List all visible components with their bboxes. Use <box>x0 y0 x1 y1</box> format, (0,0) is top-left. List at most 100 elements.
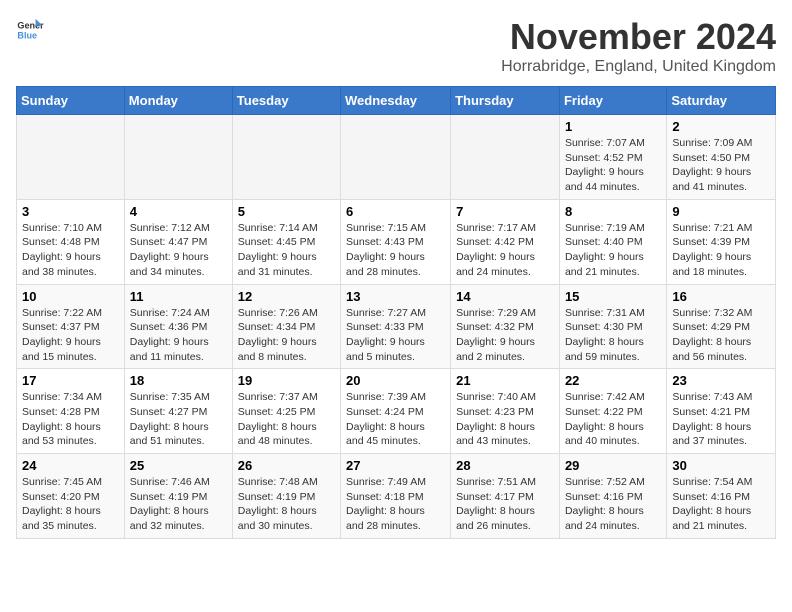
day-info: Sunrise: 7:15 AMSunset: 4:43 PMDaylight:… <box>346 221 445 280</box>
calendar-cell: 28 Sunrise: 7:51 AMSunset: 4:17 PMDayligh… <box>451 454 560 539</box>
day-number: 14 <box>456 289 554 304</box>
day-info: Sunrise: 7:26 AMSunset: 4:34 PMDaylight:… <box>238 306 335 365</box>
calendar-cell: 17Sunrise: 7:34 AMSunset: 4:28 PMDayligh… <box>17 369 125 454</box>
location-subtitle: Horrabridge, England, United Kingdom <box>501 58 776 76</box>
calendar-cell: 20 Sunrise: 7:39 AMSunset: 4:24 PMDayligh… <box>341 369 451 454</box>
day-number: 30 <box>672 458 770 473</box>
day-info: Sunrise: 7:27 AMSunset: 4:33 PMDaylight:… <box>346 306 445 365</box>
month-title: November 2024 <box>501 16 776 58</box>
calendar-cell: 13 Sunrise: 7:27 AMSunset: 4:33 PMDayligh… <box>341 284 451 369</box>
calendar-week-5: 24 Sunrise: 7:45 AMSunset: 4:20 PMDayligh… <box>17 454 776 539</box>
calendar-cell <box>341 115 451 200</box>
day-number: 9 <box>672 204 770 219</box>
day-info: Sunrise: 7:31 AMSunset: 4:30 PMDaylight:… <box>565 306 661 365</box>
calendar-cell: 7Sunrise: 7:17 AMSunset: 4:42 PMDaylight… <box>451 199 560 284</box>
day-info: Sunrise: 7:40 AMSunset: 4:23 PMDaylight:… <box>456 390 554 449</box>
calendar-week-3: 10 Sunrise: 7:22 AMSunset: 4:37 PMDayligh… <box>17 284 776 369</box>
logo: General Blue <box>16 16 44 44</box>
day-number: 25 <box>130 458 227 473</box>
day-number: 16 <box>672 289 770 304</box>
day-number: 10 <box>22 289 119 304</box>
day-number: 2 <box>672 119 770 134</box>
day-info: Sunrise: 7:35 AMSunset: 4:27 PMDaylight:… <box>130 390 227 449</box>
calendar-week-1: 1Sunrise: 7:07 AMSunset: 4:52 PMDaylight… <box>17 115 776 200</box>
day-info: Sunrise: 7:17 AMSunset: 4:42 PMDaylight:… <box>456 221 554 280</box>
day-info: Sunrise: 7:12 AMSunset: 4:47 PMDaylight:… <box>130 221 227 280</box>
calendar-cell: 10 Sunrise: 7:22 AMSunset: 4:37 PMDayligh… <box>17 284 125 369</box>
calendar-cell <box>451 115 560 200</box>
calendar-cell: 30Sunrise: 7:54 AMSunset: 4:16 PMDayligh… <box>667 454 776 539</box>
day-info: Sunrise: 7:24 AMSunset: 4:36 PMDaylight:… <box>130 306 227 365</box>
day-number: 20 <box>346 373 445 388</box>
svg-text:Blue: Blue <box>17 30 37 40</box>
day-number: 3 <box>22 204 119 219</box>
calendar-cell: 29 Sunrise: 7:52 AMSunset: 4:16 PMDayligh… <box>559 454 666 539</box>
calendar-cell: 5 Sunrise: 7:14 AMSunset: 4:45 PMDaylight… <box>232 199 340 284</box>
day-info: Sunrise: 7:32 AMSunset: 4:29 PMDaylight:… <box>672 306 770 365</box>
calendar-cell: 3 Sunrise: 7:10 AMSunset: 4:48 PMDaylight… <box>17 199 125 284</box>
day-info: Sunrise: 7:10 AMSunset: 4:48 PMDaylight:… <box>22 221 119 280</box>
calendar-cell: 23 Sunrise: 7:43 AMSunset: 4:21 PMDayligh… <box>667 369 776 454</box>
day-number: 17 <box>22 373 119 388</box>
calendar-cell: 12Sunrise: 7:26 AMSunset: 4:34 PMDayligh… <box>232 284 340 369</box>
day-info: Sunrise: 7:51 AMSunset: 4:17 PMDaylight:… <box>456 475 554 534</box>
day-info: Sunrise: 7:52 AMSunset: 4:16 PMDaylight:… <box>565 475 661 534</box>
calendar-cell <box>17 115 125 200</box>
header-saturday: Saturday <box>667 87 776 115</box>
calendar-week-2: 3 Sunrise: 7:10 AMSunset: 4:48 PMDaylight… <box>17 199 776 284</box>
calendar-cell: 16 Sunrise: 7:32 AMSunset: 4:29 PMDayligh… <box>667 284 776 369</box>
day-number: 6 <box>346 204 445 219</box>
calendar-cell: 27 Sunrise: 7:49 AMSunset: 4:18 PMDayligh… <box>341 454 451 539</box>
logo-icon: General Blue <box>16 16 44 44</box>
day-info: Sunrise: 7:22 AMSunset: 4:37 PMDaylight:… <box>22 306 119 365</box>
calendar-cell: 26 Sunrise: 7:48 AMSunset: 4:19 PMDayligh… <box>232 454 340 539</box>
calendar-week-4: 17Sunrise: 7:34 AMSunset: 4:28 PMDayligh… <box>17 369 776 454</box>
day-info: Sunrise: 7:14 AMSunset: 4:45 PMDaylight:… <box>238 221 335 280</box>
day-info: Sunrise: 7:49 AMSunset: 4:18 PMDaylight:… <box>346 475 445 534</box>
day-info: Sunrise: 7:46 AMSunset: 4:19 PMDaylight:… <box>130 475 227 534</box>
header-sunday: Sunday <box>17 87 125 115</box>
day-number: 28 <box>456 458 554 473</box>
day-number: 11 <box>130 289 227 304</box>
calendar-cell: 6 Sunrise: 7:15 AMSunset: 4:43 PMDaylight… <box>341 199 451 284</box>
day-number: 24 <box>22 458 119 473</box>
day-number: 21 <box>456 373 554 388</box>
day-number: 26 <box>238 458 335 473</box>
calendar-cell: 14Sunrise: 7:29 AMSunset: 4:32 PMDayligh… <box>451 284 560 369</box>
calendar-cell: 11 Sunrise: 7:24 AMSunset: 4:36 PMDayligh… <box>124 284 232 369</box>
day-info: Sunrise: 7:45 AMSunset: 4:20 PMDaylight:… <box>22 475 119 534</box>
calendar-cell: 4 Sunrise: 7:12 AMSunset: 4:47 PMDaylight… <box>124 199 232 284</box>
calendar-cell: 9 Sunrise: 7:21 AMSunset: 4:39 PMDaylight… <box>667 199 776 284</box>
calendar-cell: 24 Sunrise: 7:45 AMSunset: 4:20 PMDayligh… <box>17 454 125 539</box>
header-friday: Friday <box>559 87 666 115</box>
day-info: Sunrise: 7:09 AMSunset: 4:50 PMDaylight:… <box>672 136 770 195</box>
calendar-header-row: SundayMondayTuesdayWednesdayThursdayFrid… <box>17 87 776 115</box>
day-info: Sunrise: 7:21 AMSunset: 4:39 PMDaylight:… <box>672 221 770 280</box>
day-info: Sunrise: 7:19 AMSunset: 4:40 PMDaylight:… <box>565 221 661 280</box>
calendar-cell: 19 Sunrise: 7:37 AMSunset: 4:25 PMDayligh… <box>232 369 340 454</box>
day-info: Sunrise: 7:37 AMSunset: 4:25 PMDaylight:… <box>238 390 335 449</box>
calendar-cell: 25 Sunrise: 7:46 AMSunset: 4:19 PMDayligh… <box>124 454 232 539</box>
day-number: 18 <box>130 373 227 388</box>
day-number: 1 <box>565 119 661 134</box>
calendar-cell: 15Sunrise: 7:31 AMSunset: 4:30 PMDayligh… <box>559 284 666 369</box>
day-info: Sunrise: 7:48 AMSunset: 4:19 PMDaylight:… <box>238 475 335 534</box>
calendar-cell: 8Sunrise: 7:19 AMSunset: 4:40 PMDaylight… <box>559 199 666 284</box>
day-info: Sunrise: 7:43 AMSunset: 4:21 PMDaylight:… <box>672 390 770 449</box>
day-info: Sunrise: 7:39 AMSunset: 4:24 PMDaylight:… <box>346 390 445 449</box>
day-info: Sunrise: 7:42 AMSunset: 4:22 PMDaylight:… <box>565 390 661 449</box>
header-monday: Monday <box>124 87 232 115</box>
calendar-cell: 21 Sunrise: 7:40 AMSunset: 4:23 PMDayligh… <box>451 369 560 454</box>
day-number: 27 <box>346 458 445 473</box>
day-number: 29 <box>565 458 661 473</box>
calendar-cell: 18 Sunrise: 7:35 AMSunset: 4:27 PMDayligh… <box>124 369 232 454</box>
day-number: 4 <box>130 204 227 219</box>
day-number: 5 <box>238 204 335 219</box>
day-number: 13 <box>346 289 445 304</box>
title-area: November 2024 Horrabridge, England, Unit… <box>501 16 776 76</box>
calendar-cell <box>124 115 232 200</box>
header-wednesday: Wednesday <box>341 87 451 115</box>
page-header: General Blue November 2024 Horrabridge, … <box>16 16 776 76</box>
day-number: 23 <box>672 373 770 388</box>
day-number: 19 <box>238 373 335 388</box>
